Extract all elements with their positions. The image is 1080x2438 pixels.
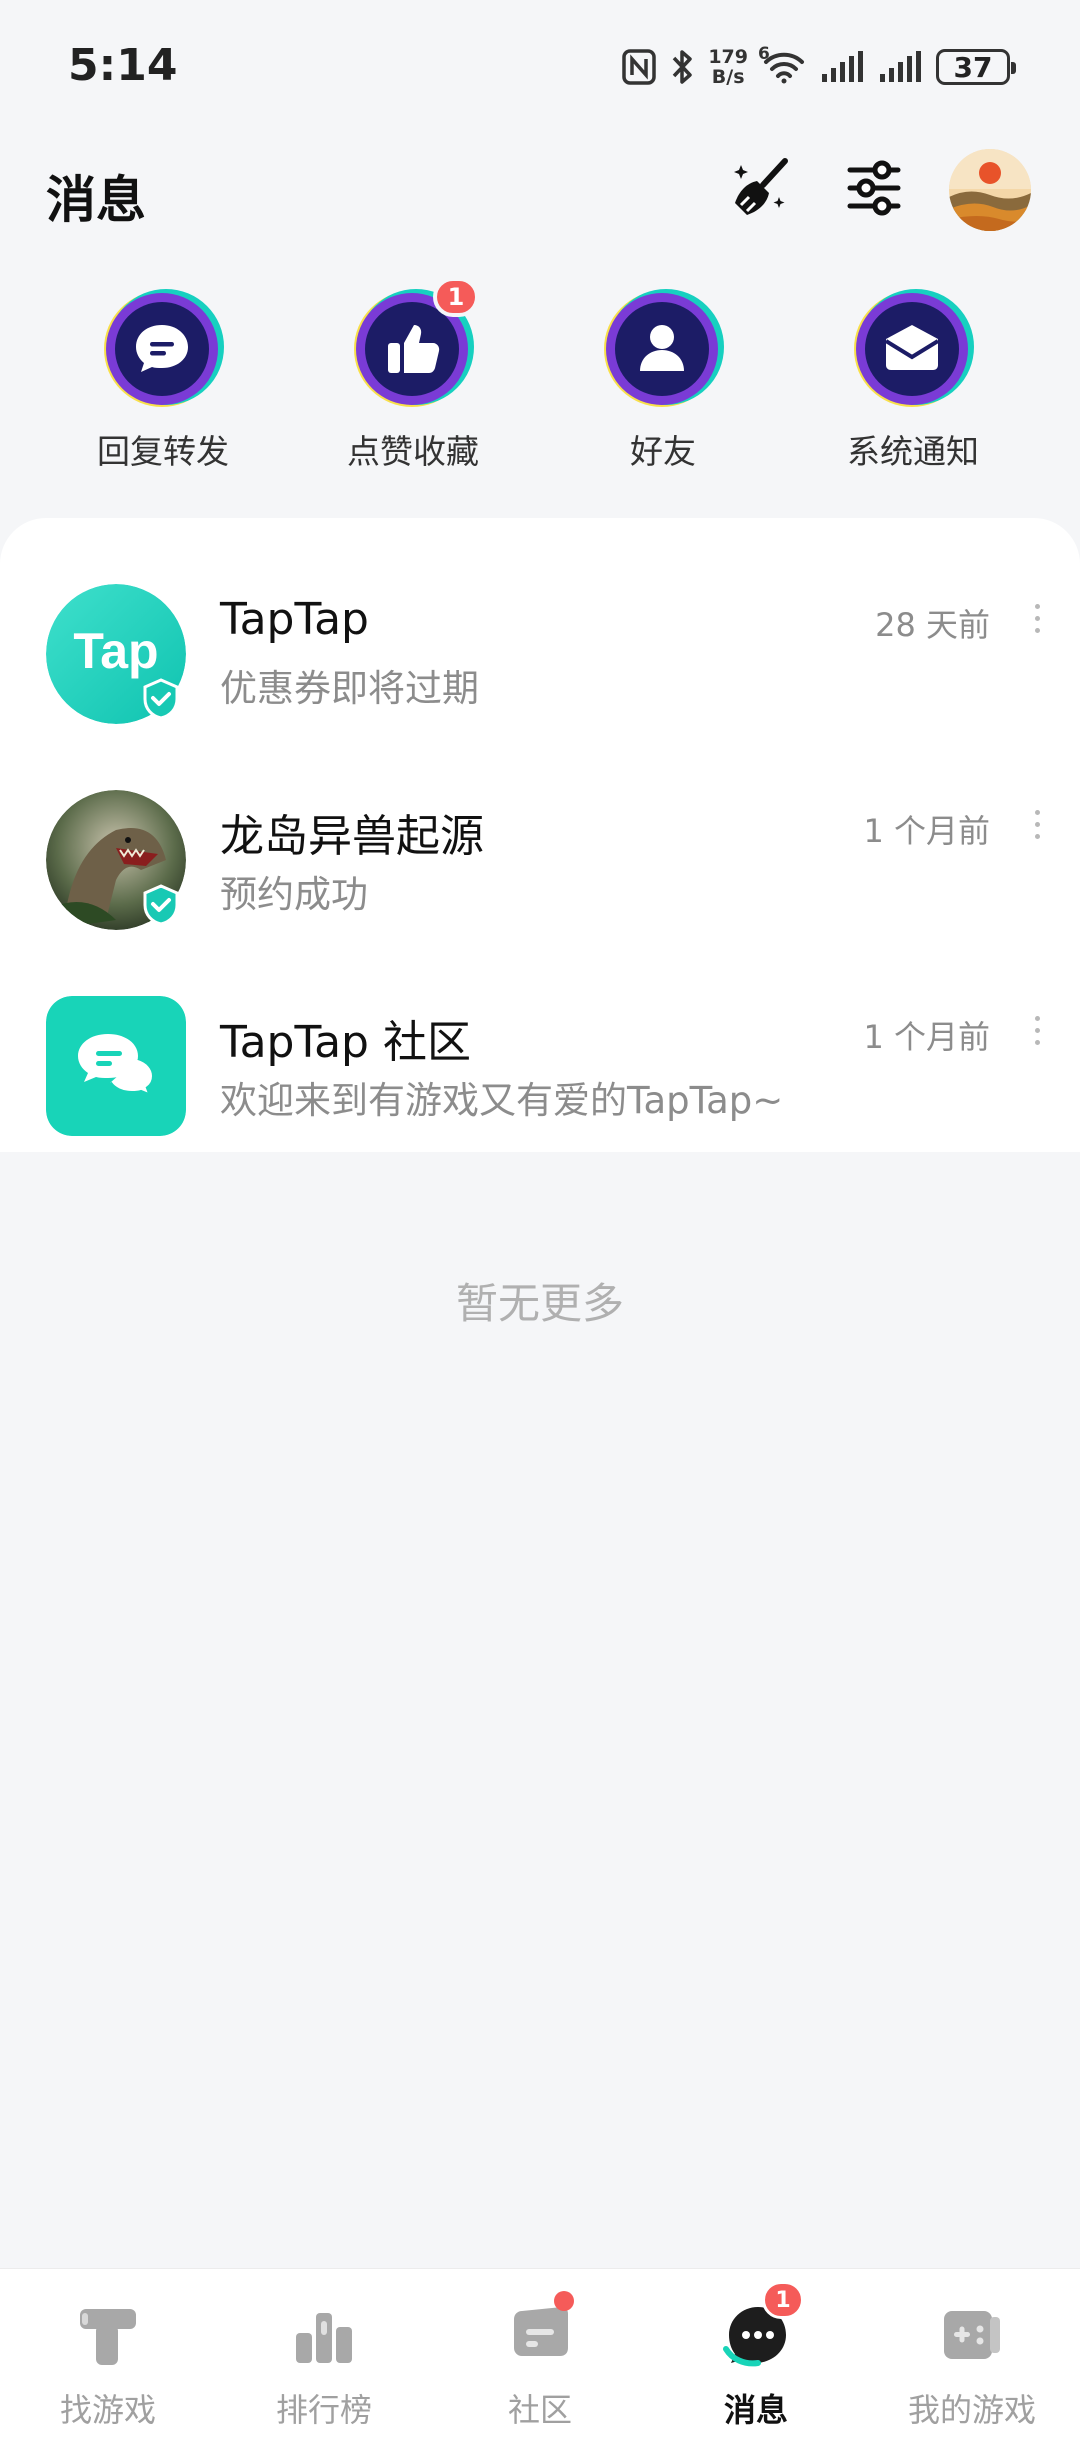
network-speed-value: 179 [708,46,748,68]
message-preview: 预约成功 [220,873,368,916]
sender-name: TapTap 社区 [220,1017,471,1068]
message-preview: 欢迎来到有游戏又有爱的TapTap~ [220,1079,784,1122]
clean-broom-icon [727,155,793,225]
list-item[interactable]: Tap TapTap 优惠券即将过期 28 天前 [0,538,1080,738]
message-preview: 优惠券即将过期 [220,667,479,710]
settings-button[interactable] [834,150,914,230]
more-options-icon[interactable] [1022,1005,1052,1055]
ranking-icon [288,2299,360,2371]
notification-badge: 1 [433,277,479,317]
find-games-icon [72,2299,144,2371]
message-time: 1 个月前 [863,1018,990,1056]
nav-label: 我的游戏 [907,2391,1036,2429]
taptap-logo-text: Tap [73,623,158,679]
battery-level: 37 [953,50,993,84]
new-content-dot [554,2291,574,2311]
verified-badge-icon [140,884,182,926]
sender-name: 龙岛异兽起源 [220,811,484,862]
category-label: 好友 [630,432,696,471]
header: 消息 [0,140,1080,240]
signal-icon [820,50,864,84]
wifi-label: 6 [758,44,770,64]
nav-community[interactable]: 社区 [432,2269,648,2438]
status-icons: 179 B/s 6 37 [622,44,1016,90]
envelope-icon [848,285,978,415]
nav-find-games[interactable]: 找游戏 [0,2269,216,2438]
more-options-icon[interactable] [1022,593,1052,643]
no-more-text: 暂无更多 [455,1279,624,1328]
category-friends[interactable]: 好友 [563,280,763,480]
network-speed-unit: B/s [711,66,745,88]
nav-label: 消息 [723,2391,788,2429]
nav-label: 找游戏 [59,2391,156,2429]
notification-badge: 1 [762,2281,804,2319]
bottom-nav: 找游戏 排行榜 社区 1 消息 我的游戏 [0,2268,1080,2438]
battery-icon: 37 [936,49,1016,85]
category-label: 回复转发 [97,432,229,471]
network-speed: 179 B/s [708,47,748,87]
community-avatar [46,996,186,1136]
clean-broom-button[interactable] [720,150,800,230]
page-title: 消息 [46,171,146,229]
category-reply-forward[interactable]: 回复转发 [63,280,263,480]
signal-icon [878,50,922,84]
nav-label: 社区 [507,2391,572,2429]
category-system-notice[interactable]: 系统通知 [813,280,1013,480]
reply-bubble-icon [98,285,228,415]
nav-my-games[interactable]: 我的游戏 [864,2269,1080,2438]
sender-name: TapTap [220,594,369,645]
friend-person-icon [598,285,728,415]
nav-label: 排行榜 [275,2391,372,2429]
avatar[interactable] [949,149,1031,231]
thumbs-up-icon: 1 [348,277,479,415]
status-bar: 5:14 179 B/s 6 37 [0,0,1080,130]
list-item[interactable]: TapTap 社区 欢迎来到有游戏又有爱的TapTap~ 1 个月前 [0,950,1080,1150]
verified-badge-icon [140,678,182,720]
category-likes-favorites[interactable]: 1 点赞收藏 [313,277,513,480]
category-label: 点赞收藏 [347,432,479,471]
nfc-icon [622,49,657,85]
message-time: 1 个月前 [863,812,990,850]
bluetooth-icon [670,48,694,86]
more-options-icon[interactable] [1022,799,1052,849]
nav-ranking[interactable]: 排行榜 [216,2269,432,2438]
settings-sliders-icon [844,158,904,222]
wifi-icon: 6 [758,44,806,84]
message-time: 28 天前 [875,606,990,644]
list-item[interactable]: 龙岛异兽起源 预约成功 1 个月前 [0,744,1080,944]
status-time: 5:14 [68,40,178,91]
my-games-icon [936,2299,1008,2371]
message-list: Tap TapTap 优惠券即将过期 28 天前 龙岛异兽起源 预约成功 1 个… [0,518,1080,1152]
category-label: 系统通知 [847,432,979,471]
nav-messages[interactable]: 1 消息 [648,2269,864,2438]
message-categories: 回复转发 1 点赞收藏 好友 系统通知 [0,277,1080,480]
